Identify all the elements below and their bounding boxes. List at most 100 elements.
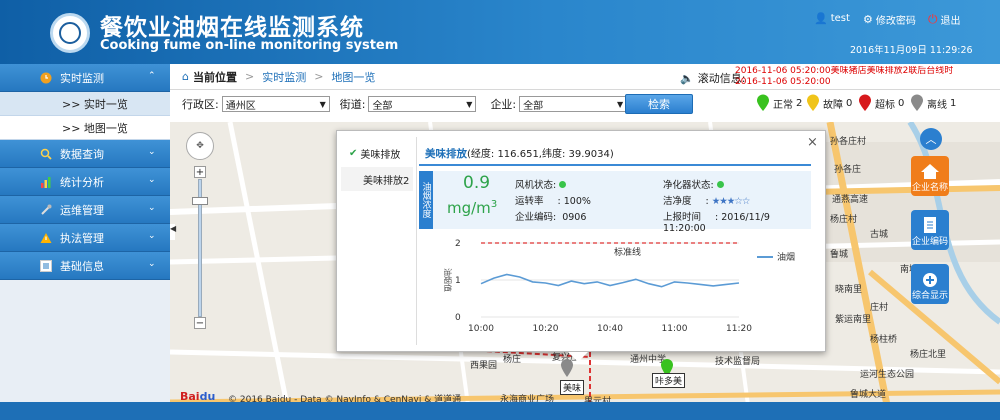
chevron-down-icon: ⌄ xyxy=(148,231,156,241)
enterprise-code: 企业编码: 0906 xyxy=(515,209,586,223)
logout-label: 退出 xyxy=(940,16,961,27)
document-icon xyxy=(924,217,936,233)
clock-icon xyxy=(40,72,52,84)
check-icon: ✔ xyxy=(349,147,358,159)
home-icon: ⌂ xyxy=(182,70,189,83)
threshold-label: 标准线 xyxy=(614,246,641,258)
map[interactable]: ✥ + − 西果园 杨庄 复兴庄 技术监督局 永海商业广场 果元村 孙各庄村 杨… xyxy=(170,122,1000,420)
popup-title: 美味排放(经度: 116.651,纬度: 39.9034) xyxy=(425,145,614,161)
legend-normal: 正常 2 xyxy=(756,94,802,112)
y-tick-label: 1 xyxy=(455,276,461,286)
chevron-down-icon: ⌄ xyxy=(148,259,156,269)
sidebar-item-statistics[interactable]: 统计分析 ⌄ xyxy=(0,168,170,196)
zoom-slider-handle[interactable] xyxy=(192,197,208,205)
run-rate-label: 运转率 xyxy=(515,196,544,207)
sidebar-item-enforcement[interactable]: 执法管理 ⌄ xyxy=(0,224,170,252)
legend-count: 0 xyxy=(846,97,853,109)
run-rate: 运转率: 100% xyxy=(515,193,591,207)
fan-status-label: 风机状态: xyxy=(515,180,557,191)
popup-tab-1[interactable]: ✔ 美味排放 xyxy=(341,141,413,165)
popup-pointer xyxy=(568,352,588,362)
breadcrumb-label: 当前位置 xyxy=(192,70,237,84)
sidebar-subitem-realtime-overview[interactable]: >> 实时一览 xyxy=(0,92,170,116)
logout-link[interactable]: ⏻ 退出 xyxy=(928,12,961,27)
pan-arrows-icon: ✥ xyxy=(196,141,204,151)
place-label: 晓南里 xyxy=(835,285,863,295)
dropdown-arrow-icon: ▼ xyxy=(617,99,624,109)
warning-icon xyxy=(40,232,52,244)
sidebar-item-label: 数据查询 xyxy=(60,147,104,161)
key-icon: ⚙ xyxy=(863,13,873,26)
sidebar-item-maintenance[interactable]: 运维管理 ⌄ xyxy=(0,196,170,224)
status-block: 油烟浓度 0.9 mg/m3 风机状态: 运转率: 100% 企业编码: 0906… xyxy=(419,171,811,234)
code-value: 0906 xyxy=(562,212,587,223)
x-tick-label: 11:00 xyxy=(662,324,688,334)
purifier-status: 净化器状态: xyxy=(663,177,724,191)
breadcrumb-separator: > xyxy=(314,70,324,83)
search-button[interactable]: 检索 xyxy=(625,94,693,114)
sidebar-subitem-label: >> 地图一览 xyxy=(62,121,128,135)
user-info[interactable]: 👤 test xyxy=(814,12,850,25)
place-label: 杨柱桥 xyxy=(870,335,898,345)
sidebar-item-data-query[interactable]: 数据查询 ⌄ xyxy=(0,140,170,168)
change-password-link[interactable]: ⚙ 修改密码 xyxy=(863,12,916,27)
enterprise-value: 全部 xyxy=(523,100,544,112)
pan-control[interactable]: ✥ xyxy=(186,132,214,160)
legend-label: 故障 xyxy=(823,99,843,111)
unit-sup: 3 xyxy=(490,199,498,210)
enterprise-code-button[interactable]: 企业编码 xyxy=(911,210,949,250)
marker-label-kaduomei[interactable]: 咔多美 xyxy=(652,373,686,388)
chevron-up-icon: ︿ xyxy=(925,133,937,146)
sidebar-item-label: 实时监测 xyxy=(60,71,104,85)
district-select[interactable]: 通州区 ▼ xyxy=(221,96,330,112)
street-value: 全部 xyxy=(372,100,393,112)
enterprise-select[interactable]: 全部 ▼ xyxy=(519,96,628,112)
chevron-down-icon: ⌄ xyxy=(148,147,156,157)
power-icon: ⏻ xyxy=(928,12,938,26)
green-pin-icon xyxy=(757,94,769,111)
popup-tab-2[interactable]: 美味排放2 xyxy=(341,167,413,191)
sidebar-item-realtime[interactable]: 实时监测 ⌃ xyxy=(0,64,170,92)
magnifier-icon xyxy=(40,148,52,160)
x-tick-label: 10:40 xyxy=(597,324,623,334)
enterprise-name-button[interactable]: 企业名称 xyxy=(911,156,949,196)
header: 餐饮业油烟在线监测系统 Cooking fume on-line monitor… xyxy=(0,0,1000,64)
logo xyxy=(50,13,90,53)
enterprise-coords: (经度: 116.651,纬度: 39.9034) xyxy=(467,149,614,160)
district-label: 行政区: xyxy=(182,98,219,111)
x-tick-label: 10:20 xyxy=(533,324,559,334)
enterprise-name: 美味排放 xyxy=(425,148,467,160)
marker-label-meiwei[interactable]: 美味 xyxy=(560,380,585,395)
info-popup: ✔ 美味排放 美味排放2 × 美味排放(经度: 116.651,纬度: 39.9… xyxy=(336,130,826,352)
sidebar-collapse-handle[interactable]: ◀ xyxy=(170,224,176,240)
street-select[interactable]: 全部 ▼ xyxy=(368,96,477,112)
comprehensive-display-button[interactable]: 综合显示 xyxy=(911,264,949,304)
sidebar-subitem-map-overview[interactable]: >> 地图一览 xyxy=(0,116,170,140)
y-axis-label: 油烟值 xyxy=(443,268,453,292)
legend-count: 2 xyxy=(796,97,803,109)
main-content: ⌂ 当前位置 > 实时监测 > 地图一览 🔈 滚动信息: 2016-11-06 … xyxy=(170,64,1000,420)
legend-label: 油烟 xyxy=(777,251,795,263)
side-button-label: 综合显示 xyxy=(911,291,948,301)
sidebar-item-basic-info[interactable]: 基础信息 ⌄ xyxy=(0,252,170,280)
district-value: 通州区 xyxy=(225,100,256,112)
scroll-up-button[interactable]: ︿ xyxy=(920,128,942,150)
scroll-line: 2016-11-06 05:20:00 xyxy=(735,77,831,87)
chevron-down-icon: ⌃ xyxy=(148,71,156,81)
y-tick-label: 2 xyxy=(455,239,461,249)
zoom-in-button[interactable]: + xyxy=(194,166,206,178)
side-button-label: 企业名称 xyxy=(911,183,948,193)
place-label: 运河生态公园 xyxy=(860,370,915,380)
concentration-value: 0.9 xyxy=(463,173,491,193)
zoom-out-button[interactable]: − xyxy=(194,317,206,329)
legend-label: 超标 xyxy=(875,99,895,111)
scroll-ticker[interactable]: 2016-11-06 05:20:00美味猪店美味排放2联后台线时 2016-1… xyxy=(735,66,971,88)
breadcrumb-link-map[interactable]: 地图一览 xyxy=(331,69,375,85)
app-title-en: Cooking fume on-line monitoring system xyxy=(100,38,399,53)
fan-status: 风机状态: xyxy=(515,177,567,191)
popup-body: 美味排放(经度: 116.651,纬度: 39.9034) 油烟浓度 0.9 m… xyxy=(419,137,814,343)
place-label: 孙各庄村 xyxy=(830,137,867,147)
app-title: 餐饮业油烟在线监测系统 xyxy=(100,15,364,41)
filter-bar: 行政区: 通州区 ▼ 街道: 全部 ▼ 企业: 全部 ▼ 检索 正常 2 故障 0 超标 0… xyxy=(170,90,1000,118)
breadcrumb-link-realtime[interactable]: 实时监测 xyxy=(262,69,306,85)
